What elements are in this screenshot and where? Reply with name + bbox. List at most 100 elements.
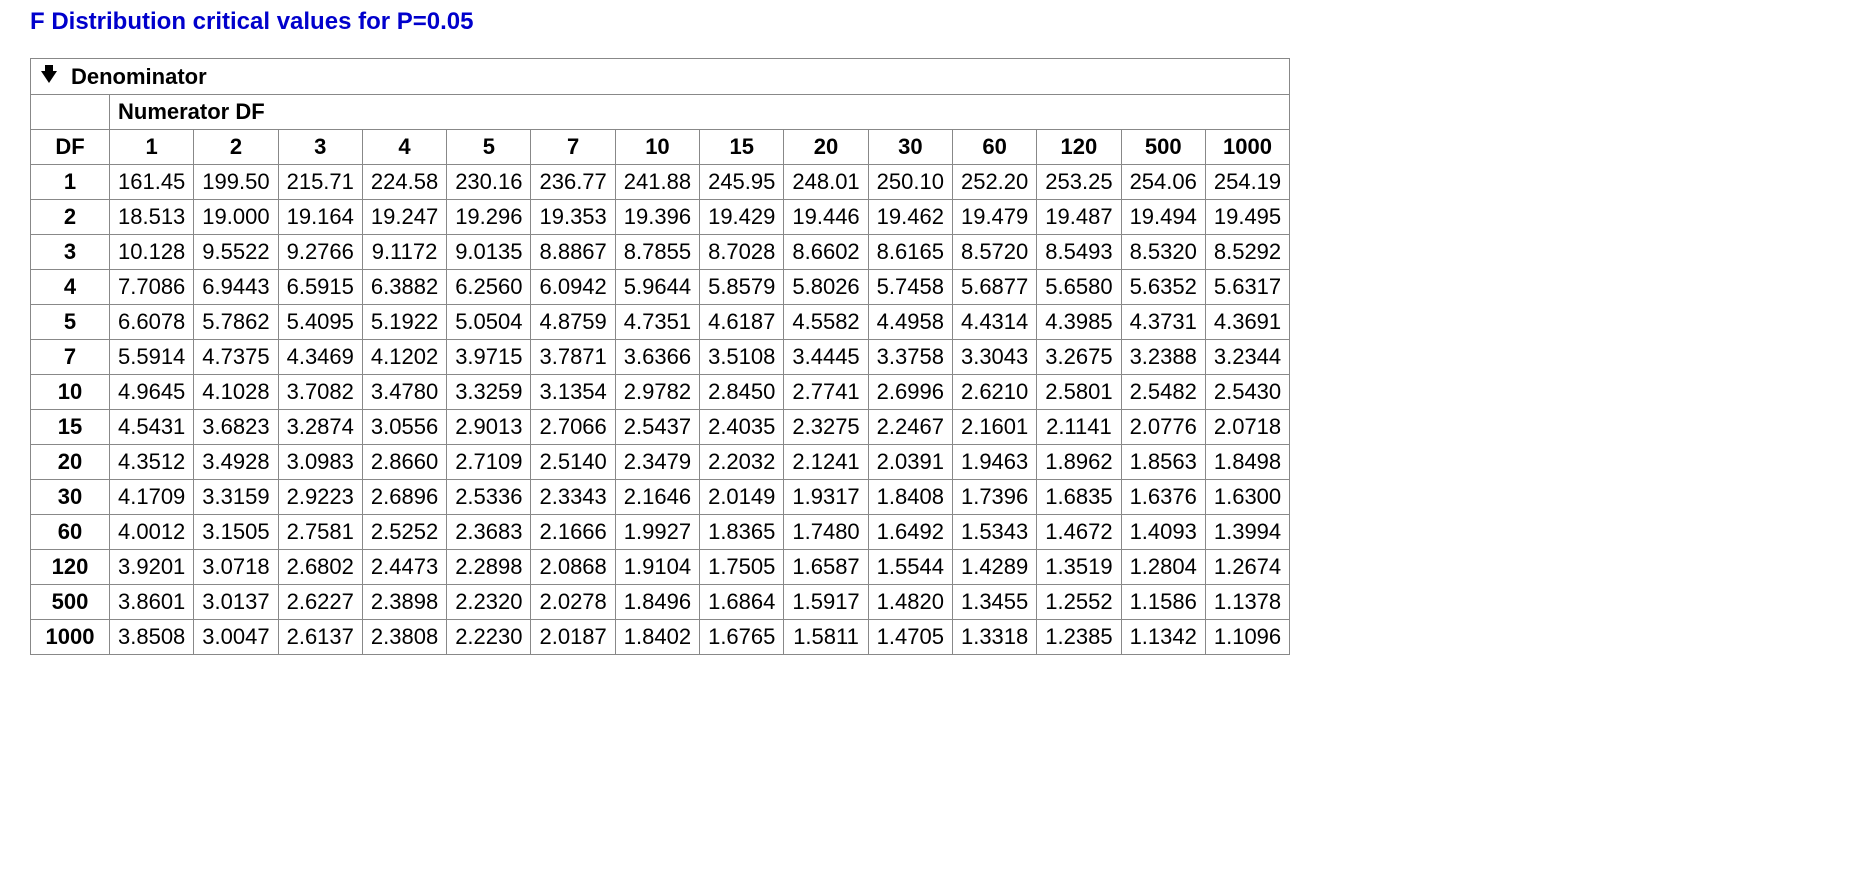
numerator-df-header: 2 [194,130,278,165]
f-value-cell: 3.3758 [868,340,952,375]
denominator-df-header: 500 [31,585,110,620]
f-value-cell: 9.2766 [278,235,362,270]
f-value-cell: 4.3469 [278,340,362,375]
numerator-df-header: 60 [952,130,1036,165]
f-value-cell: 1.7480 [784,515,868,550]
f-value-cell: 5.8026 [784,270,868,305]
table-row: 304.17093.31592.92232.68962.53362.33432.… [31,480,1290,515]
f-value-cell: 4.7375 [194,340,278,375]
f-value-cell: 4.6187 [700,305,784,340]
f-value-cell: 3.7082 [278,375,362,410]
f-value-cell: 1.6765 [700,620,784,655]
f-value-cell: 6.2560 [447,270,531,305]
collapse-down-icon[interactable] [41,71,57,83]
f-value-cell: 3.5108 [700,340,784,375]
f-value-cell: 2.1646 [615,480,699,515]
f-value-cell: 1.1096 [1205,620,1289,655]
denominator-df-header: 15 [31,410,110,445]
f-value-cell: 4.5582 [784,305,868,340]
f-value-cell: 2.0278 [531,585,615,620]
numerator-df-header: 15 [700,130,784,165]
f-value-cell: 19.446 [784,200,868,235]
f-value-cell: 1.8408 [868,480,952,515]
f-value-cell: 2.2898 [447,550,531,585]
table-row: 1161.45199.50215.71224.58230.16236.77241… [31,165,1290,200]
f-value-cell: 4.9645 [110,375,194,410]
f-value-cell: 1.6835 [1037,480,1121,515]
f-value-cell: 1.6864 [700,585,784,620]
f-value-cell: 1.3318 [952,620,1036,655]
f-value-cell: 3.8601 [110,585,194,620]
numerator-df-header: 1 [110,130,194,165]
numerator-df-header: 3 [278,130,362,165]
f-value-cell: 1.8496 [615,585,699,620]
f-value-cell: 3.0137 [194,585,278,620]
f-value-cell: 2.5437 [615,410,699,445]
f-value-cell: 2.3343 [531,480,615,515]
f-value-cell: 1.8402 [615,620,699,655]
numerator-df-header: 5 [447,130,531,165]
f-value-cell: 2.9782 [615,375,699,410]
f-value-cell: 5.8579 [700,270,784,305]
f-value-cell: 19.479 [952,200,1036,235]
page-title: F Distribution critical values for P=0.0… [30,8,1826,36]
f-value-cell: 2.9223 [278,480,362,515]
denominator-df-header: 3 [31,235,110,270]
numerator-df-header: 7 [531,130,615,165]
f-value-cell: 2.1241 [784,445,868,480]
f-value-cell: 1.1586 [1121,585,1205,620]
denominator-df-header: 1000 [31,620,110,655]
f-value-cell: 6.6078 [110,305,194,340]
table-row: 218.51319.00019.16419.24719.29619.35319.… [31,200,1290,235]
f-value-cell: 3.0556 [362,410,446,445]
table-row: 75.59144.73754.34694.12023.97153.78713.6… [31,340,1290,375]
f-value-cell: 8.5320 [1121,235,1205,270]
f-value-cell: 2.1141 [1037,410,1121,445]
f-value-cell: 6.9443 [194,270,278,305]
f-value-cell: 2.2032 [700,445,784,480]
f-value-cell: 2.7581 [278,515,362,550]
f-value-cell: 2.4035 [700,410,784,445]
f-value-cell: 241.88 [615,165,699,200]
f-value-cell: 2.5801 [1037,375,1121,410]
f-value-cell: 3.6823 [194,410,278,445]
f-value-cell: 4.7351 [615,305,699,340]
f-value-cell: 1.5343 [952,515,1036,550]
f-value-cell: 2.9013 [447,410,531,445]
f-value-cell: 1.8563 [1121,445,1205,480]
f-value-cell: 2.2230 [447,620,531,655]
f-value-cell: 4.1709 [110,480,194,515]
f-value-cell: 19.000 [194,200,278,235]
denominator-df-header: 1 [31,165,110,200]
f-value-cell: 4.3985 [1037,305,1121,340]
denominator-df-header: 10 [31,375,110,410]
f-value-cell: 3.2344 [1205,340,1289,375]
f-value-cell: 2.6996 [868,375,952,410]
f-value-cell: 8.6602 [784,235,868,270]
denominator-df-header: 120 [31,550,110,585]
f-value-cell: 1.4672 [1037,515,1121,550]
f-value-cell: 1.5544 [868,550,952,585]
f-value-cell: 3.2388 [1121,340,1205,375]
table-row: 10003.85083.00472.61372.38082.22302.0187… [31,620,1290,655]
f-value-cell: 9.5522 [194,235,278,270]
blank-cell [31,95,110,130]
table-row: 1203.92013.07182.68022.44732.28982.08681… [31,550,1290,585]
denominator-toggle-cell[interactable]: Denominator [31,59,1290,95]
f-value-cell: 1.3519 [1037,550,1121,585]
f-distribution-table: DenominatorNumerator DFDF123457101520306… [30,58,1290,655]
f-value-cell: 4.1202 [362,340,446,375]
f-value-cell: 161.45 [110,165,194,200]
table-row: 604.00123.15052.75812.52522.36832.16661.… [31,515,1290,550]
f-value-cell: 3.4780 [362,375,446,410]
f-value-cell: 3.1354 [531,375,615,410]
f-value-cell: 3.7871 [531,340,615,375]
f-value-cell: 6.0942 [531,270,615,305]
f-value-cell: 6.5915 [278,270,362,305]
table-row: 310.1289.55229.27669.11729.01358.88678.7… [31,235,1290,270]
f-value-cell: 1.6376 [1121,480,1205,515]
denominator-label: Denominator [71,64,207,90]
f-value-cell: 2.0718 [1205,410,1289,445]
f-value-cell: 1.6300 [1205,480,1289,515]
f-value-cell: 8.5292 [1205,235,1289,270]
